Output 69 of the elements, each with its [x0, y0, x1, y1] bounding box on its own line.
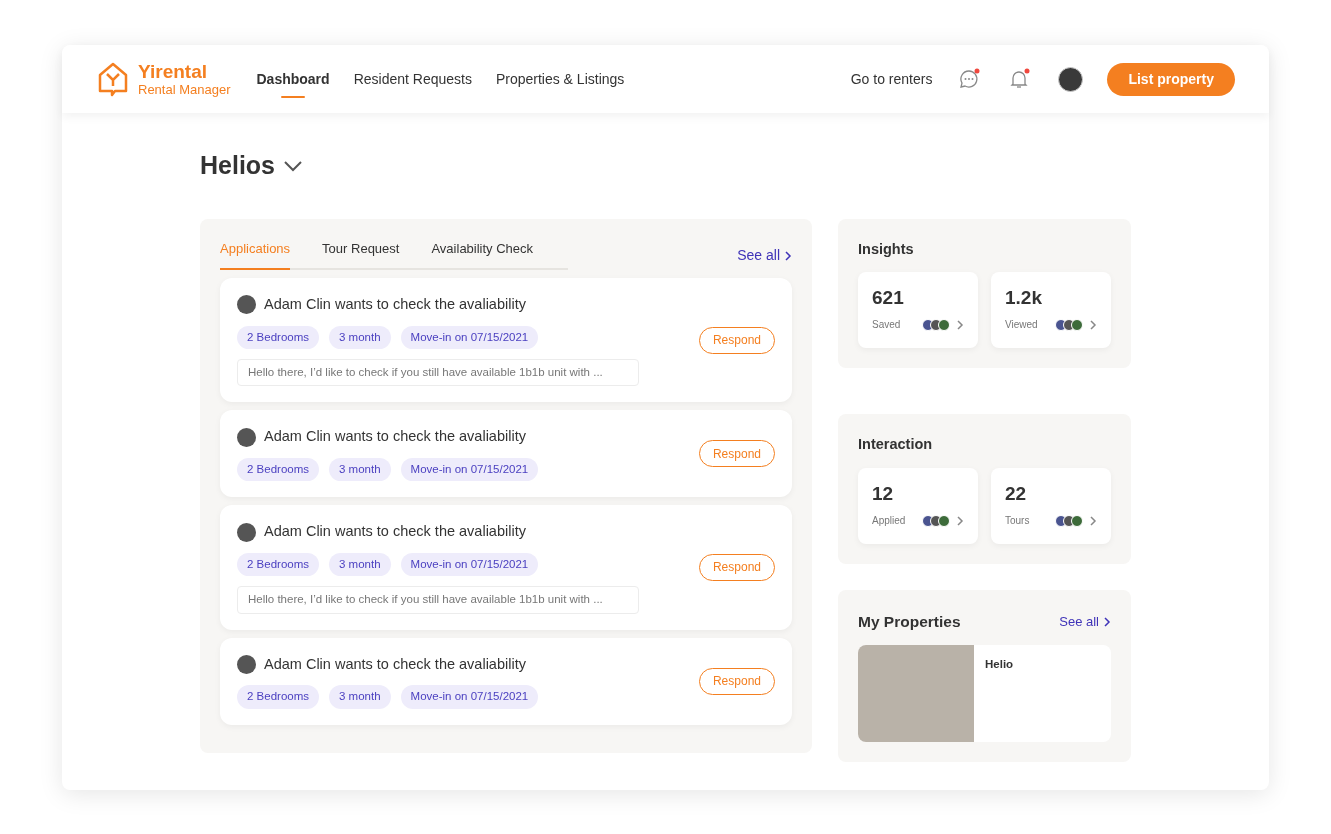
page-title: Helios: [200, 150, 276, 181]
avatar: [237, 295, 256, 315]
avatar: [938, 318, 950, 331]
chat-icon[interactable]: [958, 68, 981, 90]
message-preview: Hello there, I’d like to check if you still have available 1b1b unit with ...: [237, 586, 639, 614]
tag: 2 Bedrooms: [237, 458, 319, 482]
message-preview: Hello there, I’d like to check if you still have available 1b1b unit with ...: [237, 359, 639, 387]
request-title: Adam Clin wants to check the avaliability: [264, 427, 526, 447]
chevron-right-icon[interactable]: [956, 515, 964, 526]
avatar: [1071, 318, 1083, 331]
panel-title: My Properties: [858, 612, 961, 632]
renters-link[interactable]: Go to renters: [850, 68, 933, 90]
stat-card[interactable]: 1.2k Viewed: [991, 272, 1111, 349]
tag: 3 month: [329, 325, 391, 349]
avatar: [237, 427, 256, 447]
chevron-right-icon[interactable]: [1089, 319, 1097, 330]
bell-icon[interactable]: [1008, 68, 1031, 90]
tag: Move-in on 07/15/2021: [400, 553, 539, 577]
stat-card[interactable]: 12 Applied: [858, 468, 978, 544]
user-avatar[interactable]: [1058, 66, 1084, 92]
avatar: [922, 514, 934, 527]
stat-label: Applied: [872, 514, 907, 528]
avatar: [1055, 514, 1067, 527]
logo-title: Yirental: [138, 62, 208, 81]
avatar: [938, 514, 950, 527]
avatar: [922, 318, 934, 331]
chevron-down-icon[interactable]: [283, 159, 304, 172]
stat-card[interactable]: 22 Tours: [991, 468, 1111, 544]
tag: 2 Bedrooms: [237, 325, 319, 349]
chevron-right-icon[interactable]: [784, 250, 792, 261]
panel-title: Interaction: [858, 435, 934, 455]
stat-label: Saved: [872, 318, 902, 333]
request-title: Adam Clin wants to check the avaliability: [264, 522, 526, 542]
nav-link[interactable]: Dashboard: [256, 60, 330, 98]
property-card[interactable]: Helio: [858, 645, 1111, 743]
panel-title: Insights: [858, 239, 915, 259]
avatar: [1055, 318, 1067, 331]
tag: Move-in on 07/15/2021: [400, 685, 539, 709]
tag: 2 Bedrooms: [237, 685, 319, 709]
tag: 2 Bedrooms: [237, 553, 319, 577]
stat-label: Tours: [1005, 514, 1031, 528]
avatar: [237, 654, 256, 674]
request-title: Adam Clin wants to check the avaliability: [264, 654, 526, 674]
nav-link[interactable]: Properties & Listings: [495, 60, 625, 98]
tag: 3 month: [329, 685, 391, 709]
chevron-right-icon[interactable]: [1089, 515, 1097, 526]
avatar: [1071, 514, 1083, 527]
avatar: [237, 522, 256, 542]
house-logo-icon: [96, 61, 130, 97]
stat-value: 1.2k: [1005, 288, 1043, 308]
stat-card[interactable]: 621 Saved: [858, 272, 978, 349]
chevron-right-icon[interactable]: [1103, 616, 1111, 627]
tag: 3 month: [329, 458, 391, 482]
property-name: Helio: [984, 657, 1015, 673]
see-all-link[interactable]: See all: [1059, 611, 1111, 632]
stat-label: Viewed: [1005, 318, 1039, 333]
request-title: Adam Clin wants to check the avaliability: [264, 295, 526, 314]
see-all-link[interactable]: See all: [737, 245, 792, 270]
tab[interactable]: Tour Request: [322, 238, 400, 270]
logo-subtitle: Rental Manager: [138, 83, 231, 96]
tag: Move-in on 07/15/2021: [400, 458, 539, 482]
tab[interactable]: Availability Check: [431, 238, 534, 270]
stat-value: 12: [872, 484, 895, 503]
stat-value: 22: [1005, 484, 1028, 503]
chevron-right-icon[interactable]: [956, 319, 964, 330]
tag: Move-in on 07/15/2021: [400, 325, 539, 349]
tag: 3 month: [329, 553, 391, 577]
nav-link[interactable]: Resident Requests: [353, 60, 472, 98]
stat-value: 621: [872, 288, 905, 308]
